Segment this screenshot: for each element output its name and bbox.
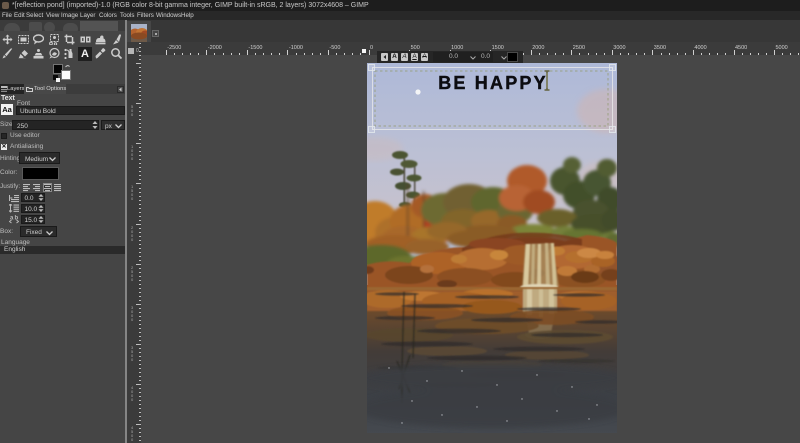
svg-text:b: b (15, 216, 19, 222)
svg-text:a: a (10, 216, 14, 222)
